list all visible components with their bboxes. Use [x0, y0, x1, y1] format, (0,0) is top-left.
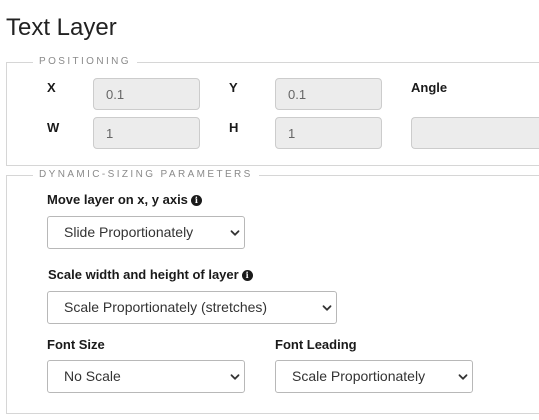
w-input[interactable] [93, 117, 200, 149]
font-size-label: Font Size [47, 337, 105, 352]
chevron-down-icon [458, 374, 468, 380]
scale-layer-select[interactable]: Scale Proportionately (stretches) [47, 291, 337, 324]
move-layer-label: Move layer on x, y axis i [47, 192, 202, 207]
x-label: X [47, 80, 56, 95]
font-leading-label: Font Leading [275, 337, 357, 352]
angle-input[interactable] [411, 117, 539, 149]
w-label: W [47, 120, 60, 135]
scale-layer-select-value: Scale Proportionately (stretches) [64, 299, 268, 315]
chevron-down-icon [322, 305, 332, 311]
dynamic-sizing-section: DYNAMIC-SIZING PARAMETERS Move layer on … [6, 169, 539, 414]
font-leading-select-value: Scale Proportionately [292, 368, 426, 384]
font-size-select[interactable]: No Scale [47, 360, 245, 393]
positioning-legend: POSITIONING [33, 56, 137, 67]
font-leading-select[interactable]: Scale Proportionately [275, 360, 473, 393]
x-input[interactable] [93, 78, 200, 110]
h-label: H [229, 120, 239, 135]
y-input[interactable] [275, 78, 382, 110]
chevron-down-icon [230, 230, 240, 236]
move-layer-select[interactable]: Slide Proportionately [47, 216, 245, 249]
scale-layer-label-text: Scale width and height of layer [48, 267, 239, 282]
info-icon[interactable]: i [190, 195, 202, 206]
chevron-down-icon [230, 374, 240, 380]
y-label: Y [229, 80, 238, 95]
move-layer-select-value: Slide Proportionately [64, 224, 194, 240]
scale-layer-label: Scale width and height of layer i [48, 267, 253, 282]
angle-label: Angle [411, 80, 448, 95]
font-size-select-value: No Scale [64, 368, 121, 384]
info-icon[interactable]: i [241, 270, 253, 281]
page-title: Text Layer [6, 14, 117, 41]
move-layer-label-text: Move layer on x, y axis [47, 192, 188, 207]
positioning-section: POSITIONING X Y Angle W H [6, 56, 539, 166]
dynamic-sizing-legend: DYNAMIC-SIZING PARAMETERS [33, 169, 259, 180]
h-input[interactable] [275, 117, 382, 149]
